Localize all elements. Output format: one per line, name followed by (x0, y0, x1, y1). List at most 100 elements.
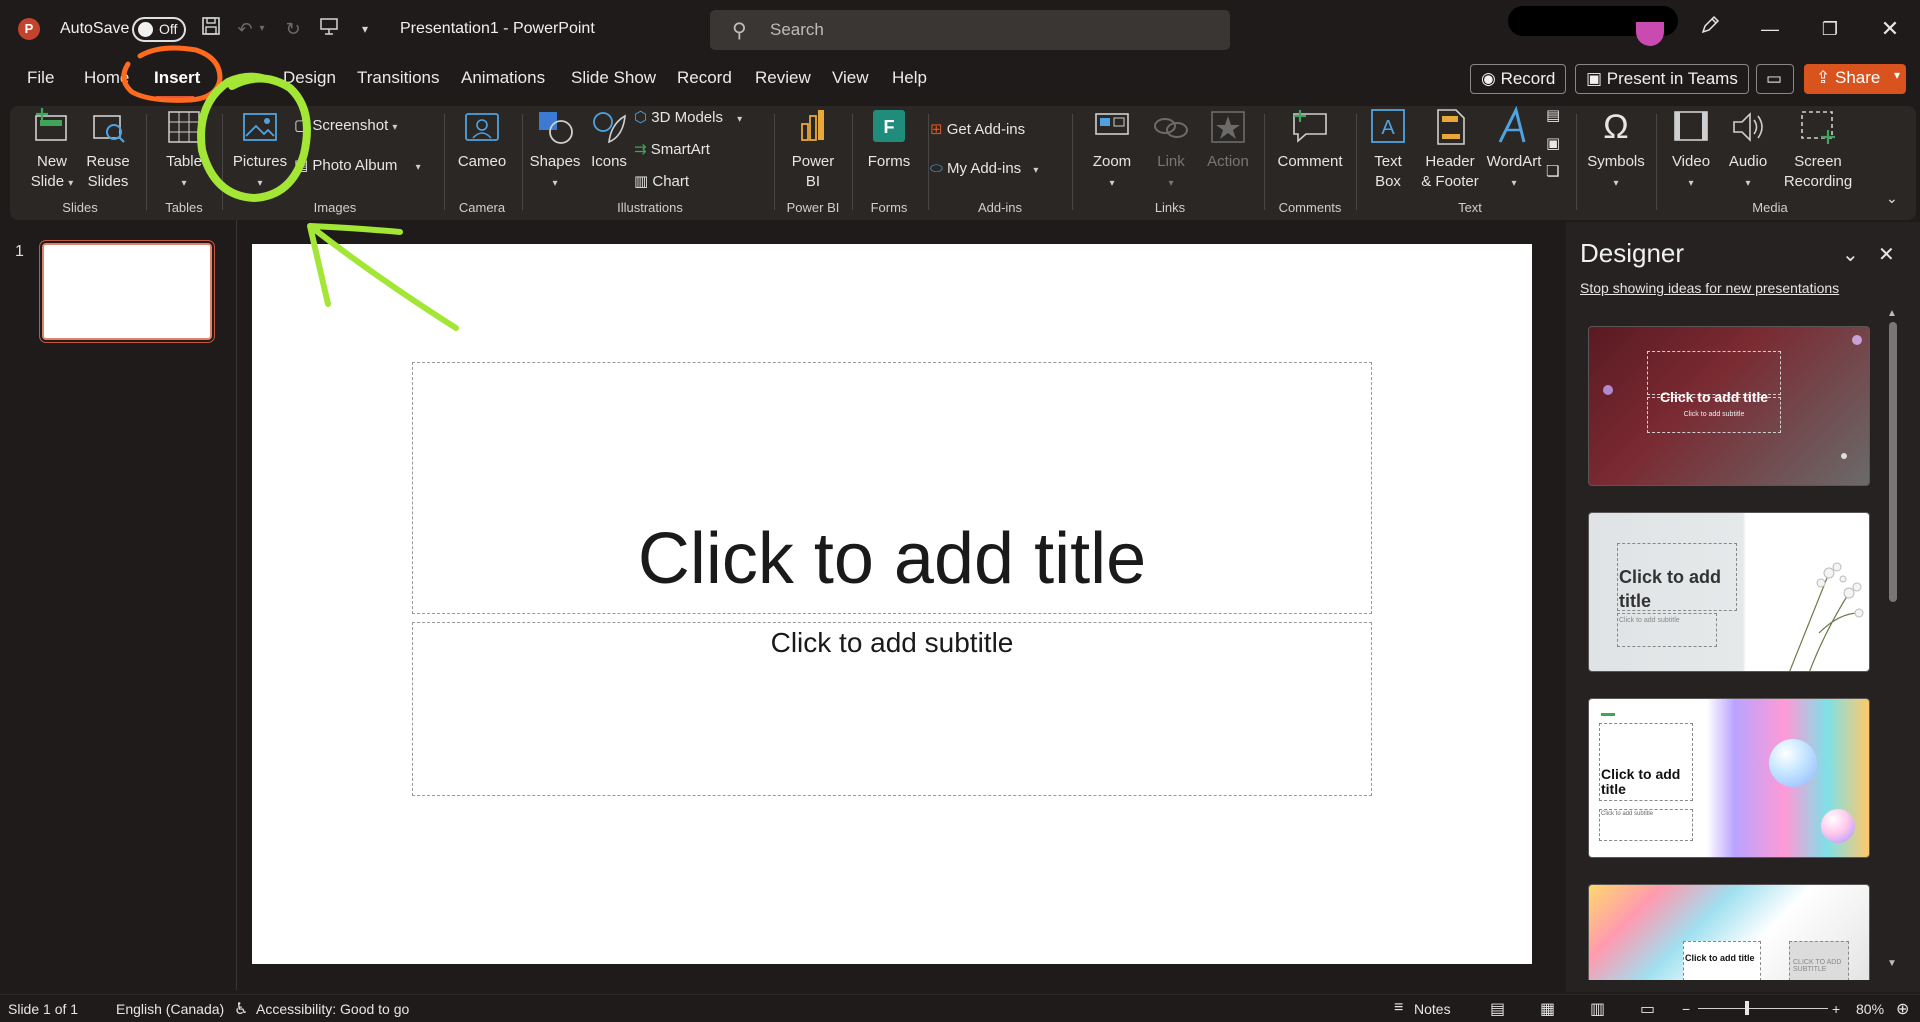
icons-button[interactable]: Icons (584, 106, 634, 172)
video-button[interactable]: Video ▾ (1662, 106, 1720, 194)
reuse-slides-label-1: Reuse (86, 153, 130, 170)
pictures-button[interactable]: Pictures ▾ (224, 106, 296, 194)
power-bi-button[interactable]: Power BI (780, 106, 846, 192)
ribbon-separator (774, 114, 775, 210)
slide-thumbnail[interactable] (42, 243, 212, 340)
present-from-beginning-icon[interactable] (316, 16, 342, 42)
record-button[interactable]: ◉ Record (1470, 64, 1567, 94)
shapes-button[interactable]: Shapes ▾ (524, 106, 586, 194)
symbols-button[interactable]: Ω Symbols ▾ (1582, 106, 1650, 194)
zoom-level[interactable]: 80% (1856, 1001, 1884, 1017)
my-add-ins-button[interactable]: ⬭ My Add-ins ▾ (930, 160, 1038, 177)
3d-models-button[interactable]: ⬡ 3D Models ▾ (634, 108, 742, 126)
scroll-down-arrow-icon[interactable]: ▼ (1887, 958, 1897, 969)
fit-to-window-icon[interactable]: ⊕ (1896, 999, 1909, 1019)
language-indicator[interactable]: English (Canada) (116, 1001, 224, 1017)
reading-view-icon[interactable]: ▥ (1590, 999, 1605, 1019)
zoom-slider[interactable] (1698, 1008, 1828, 1009)
wordart-button[interactable]: WordArt ▾ (1484, 106, 1544, 194)
tab-slide-show[interactable]: Slide Show (571, 68, 656, 88)
slide-show-icon[interactable]: ▭ (1640, 999, 1655, 1019)
restore-icon[interactable]: ❐ (1810, 14, 1850, 44)
smartart-button[interactable]: ⇉ SmartArt (634, 140, 710, 158)
zoom-in-icon[interactable]: + (1832, 1001, 1840, 1017)
symbols-label: Symbols (1587, 153, 1645, 170)
audio-button[interactable]: Audio ▾ (1722, 106, 1774, 194)
tab-record[interactable]: Record (677, 68, 732, 88)
design-idea-card[interactable]: Click to add title Click to add subtitle (1588, 326, 1870, 486)
get-add-ins-button[interactable]: ⊞ Get Add-ins (930, 120, 1025, 138)
tab-insert[interactable]: Insert (154, 68, 200, 88)
tab-animations[interactable]: Animations (461, 68, 545, 88)
tab-file[interactable]: File (27, 68, 54, 88)
comment-button[interactable]: Comment (1270, 106, 1350, 172)
design-idea-card[interactable]: Click to add title Click to add subtitle (1588, 512, 1870, 672)
header-footer-button[interactable]: Header & Footer (1416, 106, 1484, 192)
screen-recording-button[interactable]: Screen Recording (1776, 106, 1860, 192)
group-label-tables: Tables (165, 200, 203, 215)
designer-options-chevron-icon[interactable]: ⌄ (1842, 242, 1859, 267)
tab-design[interactable]: Design (283, 68, 336, 88)
panel-divider[interactable] (236, 220, 237, 990)
design-idea-card[interactable]: Click to add title Click to add subtitle (1588, 698, 1870, 858)
cameo-button[interactable]: Cameo (448, 106, 516, 172)
undo-dropdown-icon[interactable]: ▾ (256, 16, 268, 42)
design-card-subtitle: Click to add subtitle (1601, 811, 1654, 817)
reuse-slides-button[interactable]: Reuse Slides (82, 106, 134, 192)
toggle-knob (138, 22, 153, 37)
cameo-label: Cameo (457, 153, 507, 170)
date-time-icon[interactable]: ▤ (1546, 106, 1560, 124)
forms-button[interactable]: F Forms (856, 106, 922, 172)
zoom-slider-thumb[interactable] (1745, 1001, 1749, 1015)
redo-icon[interactable]: ↻ (280, 16, 306, 42)
stop-showing-ideas-link[interactable]: Stop showing ideas for new presentations (1580, 280, 1839, 296)
omega-icon: Ω (1603, 108, 1629, 146)
zoom-button[interactable]: Zoom ▾ (1084, 106, 1140, 194)
chart-button[interactable]: ▥ Chart (634, 172, 689, 190)
new-slide-button[interactable]: New Slide ▾ (24, 106, 80, 194)
text-box-button[interactable]: A Text Box (1360, 106, 1416, 192)
table-label: Table (166, 153, 202, 170)
save-icon[interactable] (198, 16, 224, 42)
action-button[interactable]: Action (1200, 106, 1256, 172)
scroll-up-arrow-icon[interactable]: ▲ (1887, 308, 1897, 319)
table-button[interactable]: Table ▾ (152, 106, 216, 194)
design-idea-card[interactable]: Click to add title CLICK TO ADD SUBTITLE (1588, 884, 1870, 980)
link-button[interactable]: Link ▾ (1146, 106, 1196, 194)
collapse-ribbon-icon[interactable]: ⌄ (1886, 190, 1898, 207)
designer-scroll-thumb[interactable] (1889, 322, 1897, 602)
present-in-teams-button[interactable]: ▣ Present in Teams (1575, 64, 1749, 94)
tab-view[interactable]: View (832, 68, 869, 88)
share-dropdown-icon[interactable]: ▾ (1894, 68, 1900, 82)
accessibility-status[interactable]: Accessibility: Good to go (256, 1001, 409, 1017)
tab-transitions[interactable]: Transitions (357, 68, 440, 88)
slide-sorter-icon[interactable]: ▦ (1540, 999, 1555, 1019)
subtitle-placeholder[interactable]: Click to add subtitle (412, 622, 1372, 796)
photo-album-button[interactable]: ▤ Photo Album ▾ (294, 156, 421, 174)
comments-button[interactable]: ▭ (1756, 64, 1794, 94)
share-button[interactable]: ⇪ Share ▾ (1804, 64, 1906, 94)
zoom-label: Zoom (1092, 153, 1132, 170)
title-placeholder[interactable]: Click to add title (412, 362, 1372, 614)
tab-review[interactable]: Review (755, 68, 811, 88)
notes-button[interactable]: Notes (1414, 1001, 1451, 1017)
search-input[interactable]: ⚲ Search (710, 10, 1230, 50)
tab-home[interactable]: Home (84, 68, 129, 88)
undo-icon[interactable]: ↶ (232, 16, 258, 42)
object-icon[interactable]: ❏ (1546, 162, 1559, 180)
search-placeholder: Search (770, 20, 824, 39)
pen-icon[interactable] (1690, 14, 1730, 44)
close-icon[interactable]: ✕ (1870, 14, 1910, 44)
normal-view-icon[interactable]: ▤ (1490, 999, 1505, 1019)
slide-number-icon[interactable]: ▣ (1546, 134, 1560, 152)
designer-close-icon[interactable]: ✕ (1878, 242, 1895, 267)
zoom-out-icon[interactable]: − (1682, 1001, 1690, 1017)
autosave-toggle[interactable]: Off (132, 17, 186, 42)
slide-canvas[interactable]: Click to add title Click to add subtitle (252, 244, 1532, 964)
customize-toolbar-icon[interactable]: ▾ (352, 16, 378, 42)
decorative-dot (1852, 335, 1862, 345)
screenshot-button[interactable]: ▢ Screenshot ▾ (294, 116, 397, 134)
minimize-icon[interactable]: — (1750, 14, 1790, 44)
new-slide-label-2: Slide (30, 173, 65, 190)
tab-help[interactable]: Help (892, 68, 927, 88)
